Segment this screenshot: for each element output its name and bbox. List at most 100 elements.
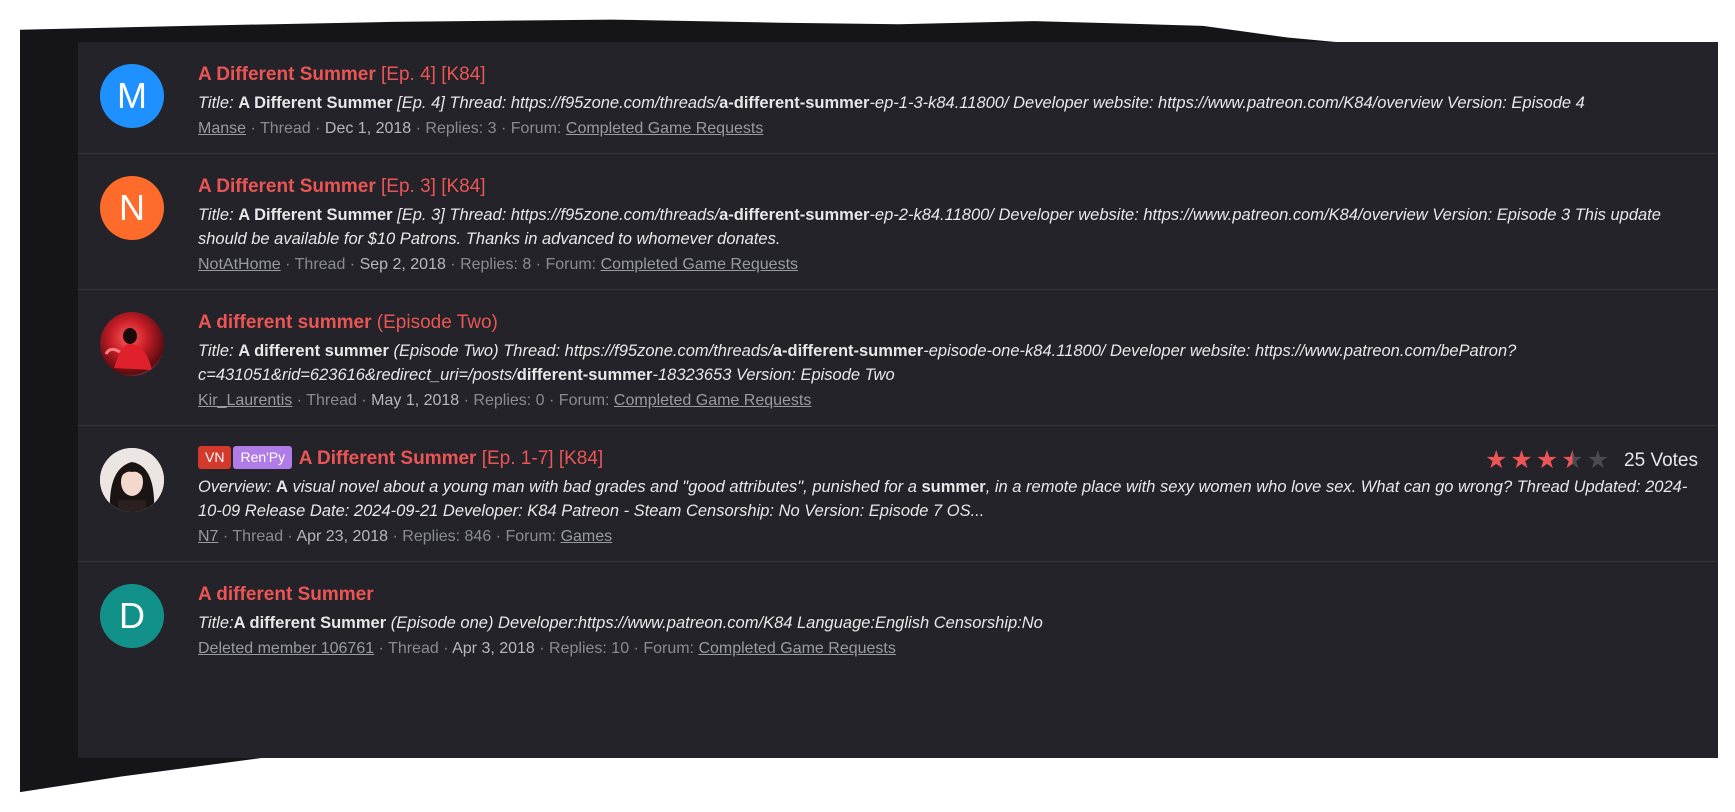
snippet-text: Title: [198, 94, 239, 112]
result-title-suffix[interactable]: [Ep. 3] [K84] [381, 176, 486, 197]
star-icon: ★ [1484, 446, 1508, 474]
result-meta: Deleted member 106761 · Thread · Apr 3, … [198, 640, 896, 657]
result-title-text[interactable]: A Different Summer [198, 176, 376, 197]
avatar-portrait-icon [100, 448, 164, 512]
avatar-letter: D [119, 595, 145, 636]
vote-count: 25 Votes [1624, 449, 1698, 471]
author-link[interactable]: N7 [198, 528, 218, 545]
reply-count: Replies: 10 [549, 640, 630, 657]
post-date: Dec 1, 2018 [324, 120, 412, 137]
result-title-suffix[interactable]: (Episode Two) [377, 312, 498, 333]
snippet-text: (Episode one) Developer:https://www.patr… [386, 614, 1043, 632]
result-snippet: Overview: A visual novel about a young m… [198, 475, 1698, 523]
snippet-highlight: A different Summer [233, 614, 387, 632]
result-title[interactable]: VN Ren'Py A Different Summer [Ep. 1-7] [K… [198, 446, 1698, 472]
star-rating: ★ ★ ★ ★ ★ 25 Votes [1485, 448, 1698, 473]
result-title-text[interactable]: A Different Summer [198, 64, 376, 85]
author-link[interactable]: NotAtHome [198, 256, 281, 273]
snippet-highlight: different-summer [516, 366, 653, 384]
avatar-image[interactable] [100, 312, 164, 376]
snippet-text: [Ep. 3] Thread: https://f95zone.com/thre… [392, 206, 720, 224]
snippet-highlight: A different summer [238, 342, 389, 360]
content-type: Thread [259, 120, 311, 137]
star-icon: ★ [1535, 446, 1559, 474]
result-meta: Kir_Laurentis · Thread · May 1, 2018 · R… [198, 392, 812, 409]
author-link[interactable]: Manse [198, 120, 246, 137]
reply-count: Replies: 3 [425, 120, 497, 137]
result-item: VN Ren'Py A Different Summer [Ep. 1-7] [K… [78, 425, 1718, 561]
result-title[interactable]: A different summer (Episode Two) [198, 310, 1698, 336]
snippet-text: Overview: [198, 478, 276, 496]
content-type: Thread [294, 256, 346, 273]
snippet-text: -18323653 Version: Episode Two [652, 366, 895, 384]
reply-count: Replies: 8 [460, 256, 532, 273]
result-snippet: Title:A different Summer (Episode one) D… [198, 611, 1698, 635]
forum-label: Forum: [558, 392, 610, 409]
result-title-suffix[interactable]: [Ep. 4] [K84] [381, 64, 486, 85]
author-link[interactable]: Deleted member 106761 [198, 640, 374, 657]
snippet-highlight: a-different-summer [772, 342, 924, 360]
forum-label: Forum: [545, 256, 597, 273]
snippet-text: Title: [198, 206, 239, 224]
result-title-suffix[interactable]: [Ep. 1-7] [K84] [482, 448, 603, 469]
avatar[interactable]: N [100, 176, 164, 240]
forum-label: Forum: [510, 120, 562, 137]
prefix-badge-renpy[interactable]: Ren'Py [233, 446, 293, 469]
forum-link[interactable]: Games [561, 528, 613, 545]
snippet-highlight: A Different Summer [238, 94, 393, 112]
author-link[interactable]: Kir_Laurentis [198, 392, 292, 409]
content-type: Thread [388, 640, 439, 657]
reply-count: Replies: 846 [402, 528, 492, 545]
result-item: A different summer (Episode Two) Title: … [78, 289, 1718, 425]
post-date: Apr 23, 2018 [296, 528, 389, 545]
snippet-highlight: a-different-summer [719, 206, 870, 224]
forum-link[interactable]: Completed Game Requests [566, 120, 763, 137]
post-date: Apr 3, 2018 [452, 640, 535, 657]
forum-label: Forum: [643, 640, 694, 657]
star-empty-icon: ★ [1586, 446, 1610, 474]
reply-count: Replies: 0 [473, 392, 545, 409]
forum-link[interactable]: Completed Game Requests [614, 392, 811, 409]
result-title[interactable]: A Different Summer [Ep. 4] [K84] [198, 62, 1698, 88]
avatar-letter: N [119, 187, 145, 228]
avatar-letter: M [117, 75, 147, 116]
result-snippet: Title: A Different Summer [Ep. 4] Thread… [198, 91, 1698, 115]
avatar[interactable]: D [100, 584, 164, 648]
result-meta: NotAtHome · Thread · Sep 2, 2018 · Repli… [198, 256, 799, 273]
result-title-text[interactable]: A different summer [198, 312, 372, 333]
result-item: N A Different Summer [Ep. 3] [K84] Title… [78, 153, 1718, 289]
result-snippet: Title: A different summer (Episode Two) … [198, 339, 1698, 387]
snippet-highlight: A Different Summer [238, 206, 393, 224]
forum-link[interactable]: Completed Game Requests [698, 640, 895, 657]
content-type: Thread [232, 528, 284, 545]
star-half-icon: ★ [1561, 446, 1584, 474]
snippet-text: (Episode Two) Thread: https://f95zone.co… [388, 342, 773, 360]
search-results-list: M A Different Summer [Ep. 4] [K84] Title… [78, 42, 1718, 758]
snippet-highlight: A [275, 478, 288, 496]
snippet-text: [Ep. 4] Thread: https://f95zone.com/thre… [392, 94, 720, 112]
post-date: Sep 2, 2018 [359, 256, 446, 273]
result-meta: Manse · Thread · Dec 1, 2018 · Replies: … [198, 120, 764, 137]
snippet-text: Title: [198, 614, 234, 632]
prefix-badge-vn[interactable]: VN [198, 446, 232, 469]
result-item: D A different Summer Title:A different S… [78, 561, 1718, 673]
result-title-text[interactable]: A different Summer [198, 584, 374, 605]
result-title-text[interactable]: A Different Summer [299, 448, 477, 469]
content-type: Thread [306, 392, 357, 409]
result-item: M A Different Summer [Ep. 4] [K84] Title… [78, 42, 1718, 153]
snippet-highlight: summer [921, 478, 986, 496]
forum-link[interactable]: Completed Game Requests [601, 256, 798, 273]
result-snippet: Title: A Different Summer [Ep. 3] Thread… [198, 203, 1698, 251]
result-title[interactable]: A Different Summer [Ep. 3] [K84] [198, 174, 1698, 200]
avatar[interactable]: M [100, 64, 164, 128]
snippet-text: -ep-1-3-k84.11800/ Developer website: ht… [869, 94, 1585, 112]
screenshot-canvas: M A Different Summer [Ep. 4] [K84] Title… [0, 0, 1735, 812]
snippet-text: visual novel about a young man with bad … [287, 478, 922, 496]
snippet-text: Title: [198, 342, 239, 360]
avatar-image[interactable] [100, 448, 164, 512]
post-date: May 1, 2018 [371, 392, 460, 409]
result-title[interactable]: A different Summer [198, 582, 1698, 608]
result-meta: N7 · Thread · Apr 23, 2018 · Replies: 84… [198, 528, 613, 545]
snippet-highlight: a-different-summer [719, 94, 870, 112]
star-icon: ★ [1510, 446, 1533, 474]
